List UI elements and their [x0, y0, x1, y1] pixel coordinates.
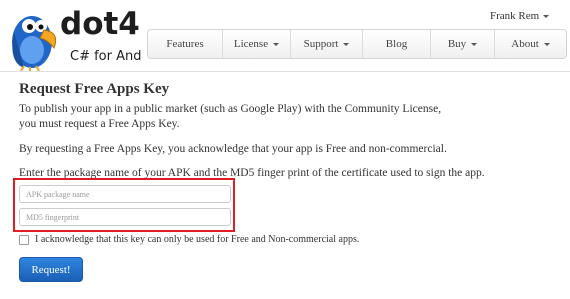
request-button[interactable]: Request! — [19, 257, 83, 282]
header-divider — [0, 71, 570, 72]
intro-paragraph: To publish your app in a public market (… — [19, 102, 559, 132]
chevron-down-icon — [543, 42, 550, 46]
nav-item-buy[interactable]: Buy — [431, 30, 495, 58]
nav-item-features[interactable]: Features — [148, 30, 223, 58]
nav-item-blog[interactable]: Blog — [363, 30, 431, 58]
agreement-paragraph: By requesting a Free Apps Key, you ackno… — [19, 143, 447, 155]
nav-item-about[interactable]: About — [495, 30, 566, 58]
apk-package-name-input[interactable]: APK package name — [19, 185, 231, 203]
acknowledge-row: I acknowledge that this key can only be … — [19, 234, 359, 245]
acknowledge-checkbox[interactable] — [19, 234, 29, 245]
md5-placeholder: MD5 fingerprint — [26, 212, 80, 222]
chevron-down-icon — [543, 14, 550, 18]
acknowledge-label: I acknowledge that this key can only be … — [35, 234, 360, 245]
nav-item-label: Features — [166, 38, 204, 50]
nav-item-label: Buy — [447, 38, 467, 50]
md5-fingerprint-input[interactable]: MD5 fingerprint — [19, 208, 231, 226]
page-title: Request Free Apps Key — [19, 81, 170, 97]
nav-item-support[interactable]: Support — [291, 30, 363, 58]
intro-line-1: To publish your app in a public market (… — [19, 103, 442, 115]
chevron-down-icon — [343, 42, 350, 46]
intro-line-2: you must request a Free Apps Key. — [19, 118, 180, 130]
brand-name: dot42 — [60, 6, 142, 42]
brand-tagline: C# for Android — [70, 49, 142, 64]
nav-item-label: Blog — [385, 38, 408, 50]
site-header: dot42 C# for Android Frank Rem Features … — [0, 0, 570, 72]
main-content: Request Free Apps Key To publish your ap… — [19, 80, 559, 179]
nav-item-label: Support — [303, 38, 339, 50]
chevron-down-icon — [471, 42, 478, 46]
main-navigation: Features License Support Blog Buy About — [147, 29, 567, 59]
apk-placeholder: APK package name — [26, 189, 90, 199]
request-button-label: Request! — [31, 263, 71, 276]
nav-item-label: About — [511, 38, 539, 50]
user-menu[interactable]: Frank Rem — [490, 10, 550, 22]
nav-item-label: License — [233, 38, 269, 50]
user-name: Frank Rem — [490, 10, 540, 22]
chevron-down-icon — [273, 42, 280, 46]
nav-item-license[interactable]: License — [223, 30, 291, 58]
dot42-parrot-logo-icon[interactable]: dot42 C# for Android — [4, 2, 142, 72]
